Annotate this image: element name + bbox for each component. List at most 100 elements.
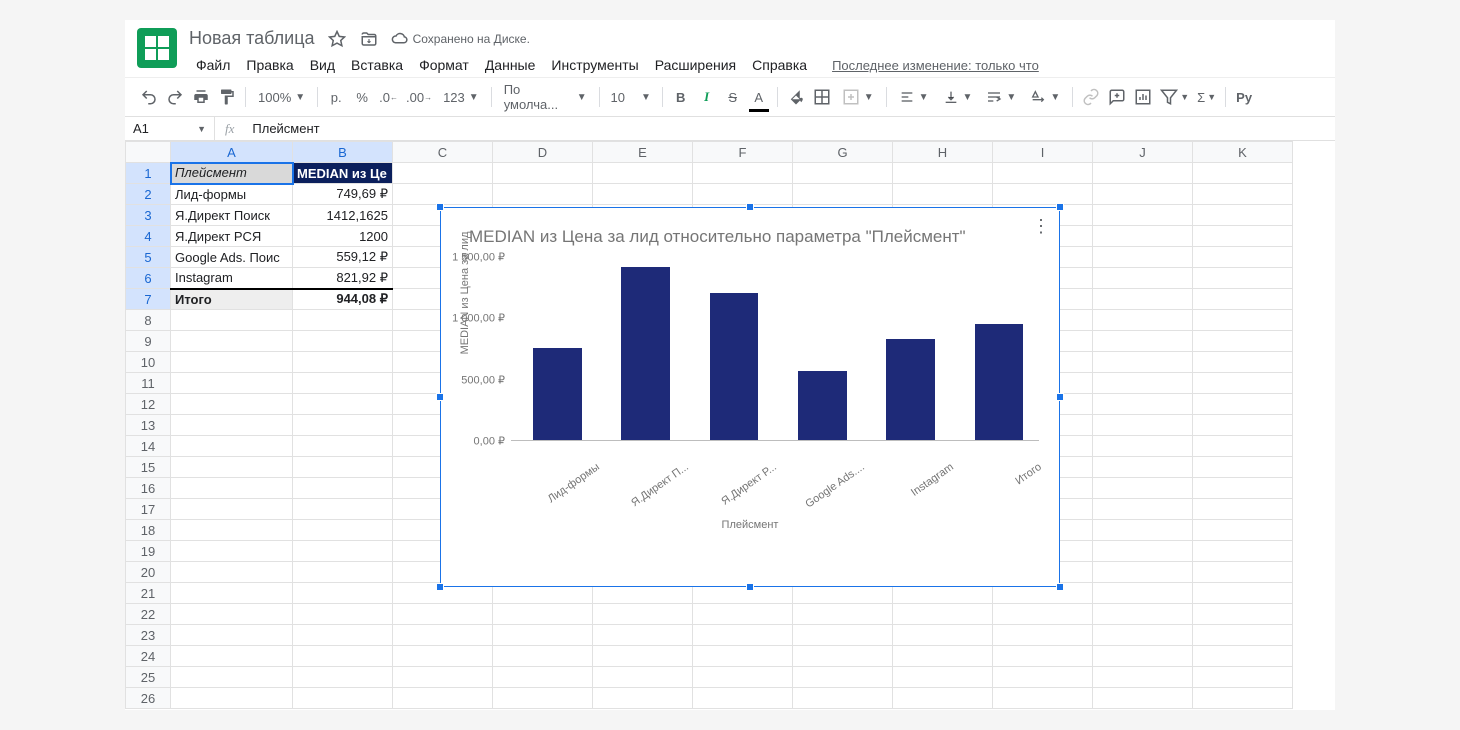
cell[interactable] (293, 688, 393, 709)
resize-handle[interactable] (436, 583, 444, 591)
star-icon[interactable] (327, 29, 347, 49)
cell[interactable] (593, 604, 693, 625)
cell[interactable] (1193, 331, 1293, 352)
cell[interactable] (1093, 499, 1193, 520)
name-box[interactable]: A1▼ (125, 117, 215, 140)
cell[interactable] (171, 331, 293, 352)
menu-help[interactable]: Справка (745, 53, 814, 77)
cell[interactable] (793, 625, 893, 646)
cell[interactable] (293, 520, 393, 541)
cell[interactable] (1093, 310, 1193, 331)
cell[interactable]: 749,69 ₽ (293, 184, 393, 205)
cell[interactable] (1093, 583, 1193, 604)
cell[interactable] (1093, 394, 1193, 415)
cell[interactable]: Итого (171, 289, 293, 310)
cell[interactable] (1093, 415, 1193, 436)
cell[interactable] (293, 352, 393, 373)
cell[interactable] (1093, 604, 1193, 625)
paint-format-icon[interactable] (215, 84, 239, 110)
cell[interactable] (171, 646, 293, 667)
italic-button[interactable]: I (695, 84, 719, 110)
cell[interactable] (1193, 667, 1293, 688)
menu-file[interactable]: Файл (189, 53, 237, 77)
column-header[interactable]: I (993, 142, 1093, 163)
menu-edit[interactable]: Правка (239, 53, 300, 77)
row-header[interactable]: 1 (126, 163, 171, 184)
cell[interactable] (171, 394, 293, 415)
resize-handle[interactable] (1056, 583, 1064, 591)
cell[interactable] (593, 163, 693, 184)
cell[interactable] (1193, 415, 1293, 436)
cell[interactable] (293, 625, 393, 646)
font-select[interactable]: По умолча...▼ (498, 82, 593, 112)
cell[interactable] (293, 373, 393, 394)
more-formats[interactable]: 123▼ (437, 90, 485, 105)
menu-insert[interactable]: Вставка (344, 53, 410, 77)
cell[interactable] (693, 667, 793, 688)
row-header[interactable]: 17 (126, 499, 171, 520)
cell[interactable] (171, 583, 293, 604)
cell[interactable] (993, 184, 1093, 205)
row-header[interactable]: 7 (126, 289, 171, 310)
row-header[interactable]: 4 (126, 226, 171, 247)
chart-menu-icon[interactable]: ⋮ (1032, 216, 1049, 237)
resize-handle[interactable] (1056, 203, 1064, 211)
cell[interactable] (171, 457, 293, 478)
cell[interactable] (1093, 541, 1193, 562)
cell[interactable] (1093, 184, 1193, 205)
cell[interactable] (993, 625, 1093, 646)
row-header[interactable]: 26 (126, 688, 171, 709)
spreadsheet-grid[interactable]: ABCDEFGHIJK1ПлейсментMEDIAN из Це2Лид-фо… (125, 141, 1335, 710)
link-icon[interactable] (1079, 84, 1103, 110)
cell[interactable] (1193, 604, 1293, 625)
cell[interactable] (171, 562, 293, 583)
print-icon[interactable] (189, 84, 213, 110)
resize-handle[interactable] (436, 203, 444, 211)
cell[interactable] (1193, 184, 1293, 205)
cell[interactable] (171, 352, 293, 373)
row-header[interactable]: 21 (126, 583, 171, 604)
cell[interactable] (1193, 310, 1293, 331)
cell[interactable] (993, 667, 1093, 688)
cell[interactable] (1193, 205, 1293, 226)
cell[interactable] (293, 394, 393, 415)
row-header[interactable]: 2 (126, 184, 171, 205)
cell[interactable] (993, 688, 1093, 709)
cell[interactable] (1093, 625, 1193, 646)
text-rotation-icon[interactable]: ▼ (1024, 89, 1066, 105)
column-header[interactable]: G (793, 142, 893, 163)
row-header[interactable]: 22 (126, 604, 171, 625)
cloud-status[interactable]: Сохранено на Диске. (391, 30, 530, 48)
row-header[interactable]: 6 (126, 268, 171, 289)
cell[interactable] (1093, 268, 1193, 289)
decrease-decimal[interactable]: .0← (376, 84, 401, 110)
cell[interactable] (171, 688, 293, 709)
cell[interactable] (171, 667, 293, 688)
cell[interactable] (993, 646, 1093, 667)
cell[interactable] (793, 667, 893, 688)
row-header[interactable]: 16 (126, 478, 171, 499)
cell[interactable] (171, 310, 293, 331)
cell[interactable] (893, 646, 993, 667)
cell[interactable] (1093, 289, 1193, 310)
cell[interactable] (793, 163, 893, 184)
cell[interactable]: MEDIAN из Це (293, 163, 393, 184)
menu-tools[interactable]: Инструменты (544, 53, 645, 77)
cell[interactable] (493, 163, 593, 184)
cell[interactable] (593, 184, 693, 205)
cell[interactable] (693, 163, 793, 184)
row-header[interactable]: 24 (126, 646, 171, 667)
cell[interactable]: Лид-формы (171, 184, 293, 205)
cell[interactable] (793, 604, 893, 625)
cell[interactable] (293, 499, 393, 520)
cell[interactable] (393, 646, 493, 667)
row-header[interactable]: 18 (126, 520, 171, 541)
row-header[interactable]: 11 (126, 373, 171, 394)
cell[interactable] (171, 436, 293, 457)
cell[interactable] (1193, 289, 1293, 310)
cell[interactable]: Я.Директ Поиск (171, 205, 293, 226)
cell[interactable] (393, 667, 493, 688)
column-header[interactable]: D (493, 142, 593, 163)
column-header[interactable]: F (693, 142, 793, 163)
cell[interactable] (1193, 499, 1293, 520)
